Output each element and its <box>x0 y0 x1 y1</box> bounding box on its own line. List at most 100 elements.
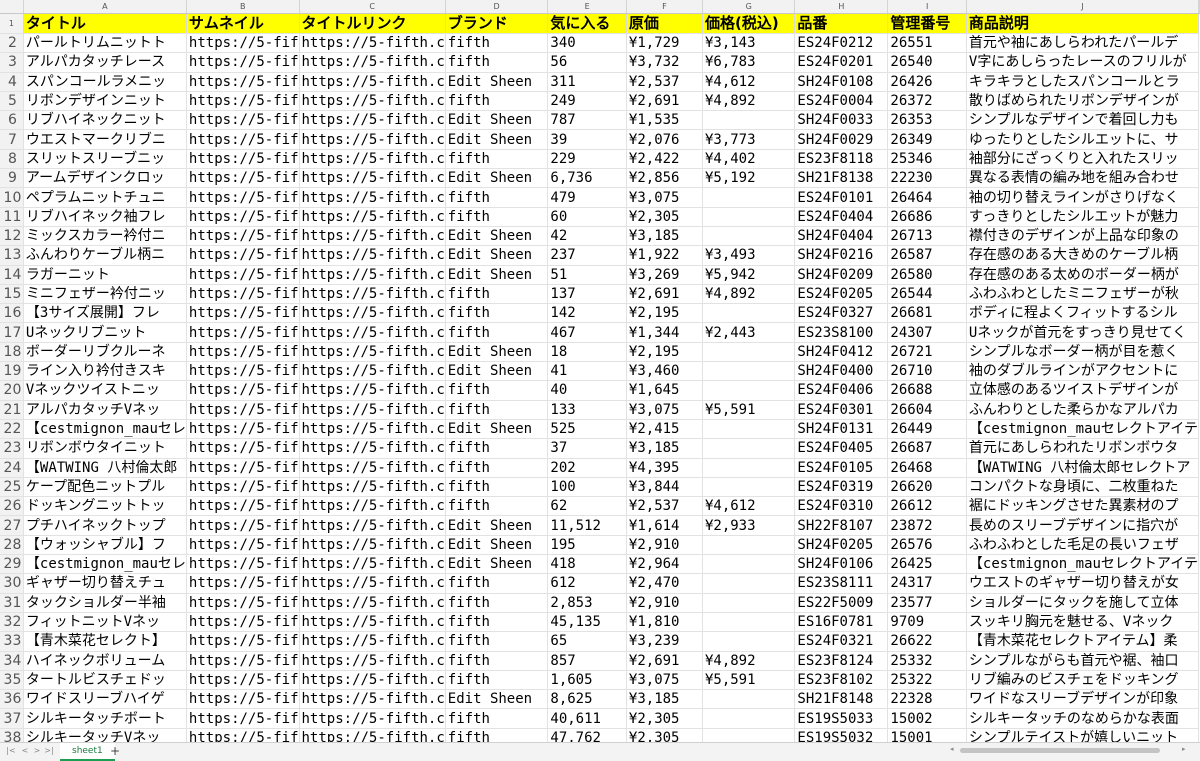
cell[interactable]: 40 <box>547 380 627 401</box>
cell[interactable]: 26713 <box>887 226 967 247</box>
cell[interactable]: SH22F8107 <box>794 515 889 536</box>
cell[interactable]: ¥3,844 <box>626 477 703 498</box>
cell[interactable]: ¥2,691 <box>626 91 703 112</box>
cell[interactable]: https://5-fif <box>186 515 300 536</box>
cell[interactable]: 37 <box>547 438 627 459</box>
cell[interactable]: Edit Sheen <box>445 535 549 556</box>
cell[interactable]: ES24F0105 <box>794 458 889 478</box>
cell[interactable]: https://5-fifth.c <box>299 689 446 710</box>
row-header-32[interactable]: 32 <box>0 612 24 633</box>
cell[interactable]: フィットニットVネッ <box>23 612 187 633</box>
column-header-j[interactable]: J <box>966 0 1200 14</box>
row-header-3[interactable]: 3 <box>0 52 24 73</box>
cell[interactable]: 26540 <box>887 52 967 73</box>
cell[interactable]: https://5-fifth.c <box>299 265 446 285</box>
cell[interactable]: https://5-fifth.c <box>299 322 446 343</box>
cell[interactable]: 26620 <box>887 477 967 498</box>
cell[interactable]: 袖の切り替えラインがさりげなく <box>966 187 1200 208</box>
scroll-right-icon[interactable]: ▸ <box>1182 745 1186 753</box>
cell[interactable]: 26544 <box>887 284 967 305</box>
cell[interactable]: 26710 <box>887 361 967 382</box>
cell[interactable]: 26688 <box>887 380 967 401</box>
cell[interactable]: ES24F0406 <box>794 380 889 401</box>
cell[interactable]: ES24F0101 <box>794 187 889 208</box>
spreadsheet-grid[interactable]: ABCDEFGHIJ 1 タイトル サムネイル タイトルリンク ブランド 気に入る 原価 価格… <box>0 0 1200 742</box>
cell[interactable]: ¥3,269 <box>626 265 703 285</box>
cell[interactable]: https://5-fif <box>186 573 300 594</box>
cell[interactable]: 249 <box>547 91 627 112</box>
header-cell[interactable]: 商品説明 <box>966 13 1200 34</box>
cell[interactable]: 42 <box>547 226 627 247</box>
cell[interactable]: ¥4,395 <box>626 458 703 478</box>
row-header-34[interactable]: 34 <box>0 651 24 671</box>
cell[interactable]: 15001 <box>887 728 967 742</box>
cell[interactable]: https://5-fif <box>186 361 300 382</box>
cell[interactable] <box>702 419 796 440</box>
cell[interactable]: 26464 <box>887 187 967 208</box>
column-header-g[interactable]: G <box>702 0 796 14</box>
cell[interactable]: リボンボウタイニット <box>23 438 187 459</box>
prev-sheet-nav-icon[interactable]: < <box>20 745 30 757</box>
row-header-12[interactable]: 12 <box>0 226 24 247</box>
cell[interactable]: https://5-fifth.c <box>299 91 446 112</box>
cell[interactable] <box>702 554 796 575</box>
cell[interactable]: 26721 <box>887 342 967 363</box>
cell[interactable]: https://5-fifth.c <box>299 612 446 633</box>
cell[interactable]: 1,605 <box>547 670 627 691</box>
cell[interactable]: ¥2,691 <box>626 651 703 671</box>
cell[interactable]: fifth <box>445 593 549 613</box>
row-header-8[interactable]: 8 <box>0 149 24 170</box>
header-cell[interactable]: タイトル <box>23 13 187 34</box>
cell[interactable]: ¥1,729 <box>626 33 703 54</box>
cell[interactable]: 26551 <box>887 33 967 54</box>
cell[interactable]: スパンコールラメニッ <box>23 72 187 92</box>
cell[interactable]: Edit Sheen <box>445 361 549 382</box>
row-header-29[interactable]: 29 <box>0 554 24 575</box>
row-header-6[interactable]: 6 <box>0 110 24 131</box>
cell[interactable]: Edit Sheen <box>445 129 549 150</box>
last-sheet-nav-icon[interactable]: >| <box>44 745 54 757</box>
cell[interactable]: 60 <box>547 207 627 227</box>
cell[interactable]: ¥1,645 <box>626 380 703 401</box>
column-header-a[interactable]: A <box>23 0 187 14</box>
cell[interactable]: https://5-fif <box>186 593 300 613</box>
cell[interactable]: fifth <box>445 52 549 73</box>
cell[interactable]: ¥3,773 <box>702 129 796 150</box>
cell[interactable]: Vネックツイストニッ <box>23 380 187 401</box>
cell[interactable]: https://5-fif <box>186 284 300 305</box>
cell[interactable]: ¥3,493 <box>702 245 796 266</box>
cell[interactable]: 【cestmignon_mauセレクトアイテ <box>966 419 1200 440</box>
row-header-4[interactable]: 4 <box>0 72 24 92</box>
cell[interactable]: 立体感のあるツイストデザインが <box>966 380 1200 401</box>
column-header-d[interactable]: D <box>445 0 549 14</box>
cell[interactable]: fifth <box>445 187 549 208</box>
row-header-2[interactable]: 2 <box>0 33 24 54</box>
cell[interactable]: fifth <box>445 91 549 112</box>
row-header-15[interactable]: 15 <box>0 284 24 305</box>
cell[interactable]: シンプルテイストが嬉しいニット <box>966 728 1200 742</box>
cell[interactable]: ペプラムニットチュニ <box>23 187 187 208</box>
cell[interactable]: https://5-fif <box>186 91 300 112</box>
row-header-37[interactable]: 37 <box>0 708 24 729</box>
cell[interactable]: 9709 <box>887 612 967 633</box>
column-header-b[interactable]: B <box>186 0 300 14</box>
cell[interactable]: https://5-fifth.c <box>299 380 446 401</box>
cell[interactable]: https://5-fifth.c <box>299 52 446 73</box>
cell[interactable]: https://5-fif <box>186 303 300 324</box>
scroll-left-icon[interactable]: ◂ <box>950 745 954 753</box>
cell[interactable]: アームデザインクロッ <box>23 168 187 189</box>
cell[interactable]: https://5-fifth.c <box>299 728 446 742</box>
cell[interactable]: https://5-fif <box>186 207 300 227</box>
cell[interactable]: ES23F8124 <box>794 651 889 671</box>
cell[interactable]: 195 <box>547 535 627 556</box>
cell[interactable]: 散りばめられたリボンデザインが <box>966 91 1200 112</box>
cell[interactable]: https://5-fifth.c <box>299 458 446 478</box>
cell[interactable]: https://5-fif <box>186 322 300 343</box>
cell[interactable]: 24307 <box>887 322 967 343</box>
cell[interactable]: https://5-fifth.c <box>299 670 446 691</box>
cell[interactable]: 26449 <box>887 419 967 440</box>
scrollbar-thumb[interactable] <box>960 748 1160 753</box>
cell[interactable]: 26612 <box>887 496 967 517</box>
cell[interactable]: ES23S8111 <box>794 573 889 594</box>
cell[interactable]: ¥4,892 <box>702 284 796 305</box>
